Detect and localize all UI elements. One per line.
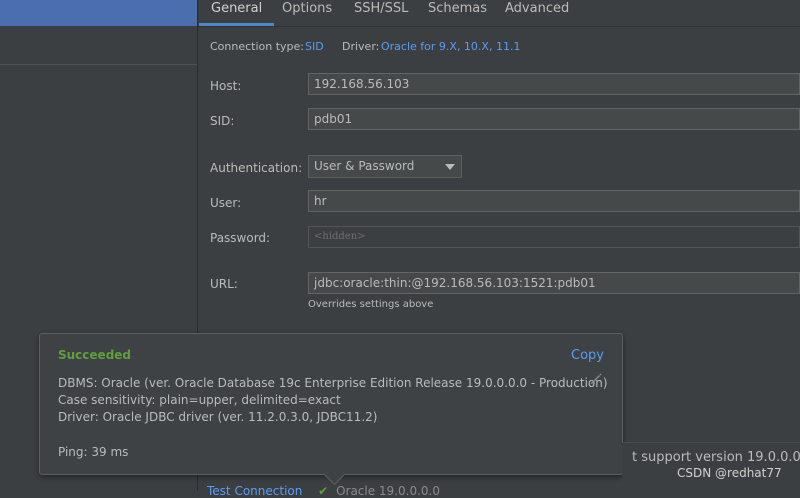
driver-info: Driver: Oracle JDBC driver (ver. 11.2.0.… [58,410,378,424]
sid-label: SID: [210,114,235,128]
driver-support-text: t support version 19.0.0.0.0 [632,450,800,465]
authentication-dropdown[interactable]: User & Password [308,155,462,178]
url-input[interactable]: jdbc:oracle:thin:@192.168.56.103:1521:pd… [308,272,800,294]
host-input[interactable]: 192.168.56.103 [308,73,800,95]
ping-info: Ping: 39 ms [58,445,129,459]
detected-version: Oracle 19.0.0.0.0 [336,484,440,498]
dbms-info: DBMS: Oracle (ver. Oracle Database 19c E… [58,376,608,390]
driver-link[interactable]: Oracle for 9.X, 10.X, 11.1 [381,40,520,53]
authentication-value: User & Password [314,159,415,173]
copy-link[interactable]: Copy [571,348,604,363]
check-icon: ✔ [318,484,329,498]
test-connection-link[interactable]: Test Connection [207,484,302,498]
user-input[interactable]: hr [308,190,800,212]
sid-input[interactable]: pdb01 [308,108,800,130]
tab-general[interactable]: General [198,0,275,26]
connection-type-link[interactable]: SID [305,40,324,53]
driver-label: Driver: [342,40,380,53]
connection-type-label: Connection type: [210,40,305,53]
host-label: Host: [210,79,242,93]
tab-options[interactable]: Options [282,0,332,26]
tab-bar: General Options SSH/SSL Schemas Advanced [198,0,800,27]
test-connection-result-popup: Succeeded Copy DBMS: Oracle (ver. Oracle… [39,333,623,486]
user-label: User: [210,196,242,210]
chevron-down-icon [445,164,455,170]
url-hint: Overrides settings above [308,299,434,310]
watermark: CSDN @redhat77 [677,466,782,480]
popup-title: Succeeded [58,348,132,362]
authentication-label: Authentication: [210,161,303,175]
url-label: URL: [210,277,238,291]
tab-schemas[interactable]: Schemas [428,0,487,26]
test-connection-row: Test Connection ✔ Oracle 19.0.0.0.0 [207,484,440,498]
password-input[interactable]: <hidden> [308,226,800,248]
tab-advanced[interactable]: Advanced [505,0,569,26]
selected-data-source[interactable] [0,0,197,26]
pencil-icon[interactable] [589,372,603,386]
tab-ssh-ssl[interactable]: SSH/SSL [354,0,408,26]
password-label: Password: [210,231,271,245]
left-divider [0,64,197,65]
case-sensitivity-info: Case sensitivity: plain=upper, delimited… [58,393,341,407]
